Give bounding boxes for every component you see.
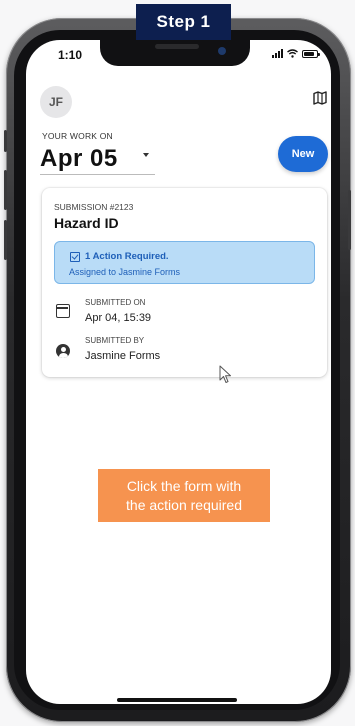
checkbox-icon	[70, 252, 80, 262]
volume-up-button	[4, 170, 7, 210]
submitted-on-label: SUBMITTED ON	[85, 298, 146, 307]
speaker-grille	[155, 44, 199, 49]
power-button	[348, 190, 351, 250]
submitted-by-label: SUBMITTED BY	[85, 336, 145, 345]
home-indicator[interactable]	[117, 698, 237, 702]
phone-notch	[100, 38, 250, 66]
mute-switch	[4, 130, 7, 152]
camera-icon	[218, 47, 226, 55]
step-banner: Step 1	[136, 4, 231, 40]
action-assignee: Assigned to Jasmine Forms	[69, 267, 181, 277]
instruction-line-1: Click the form with	[126, 477, 242, 494]
wifi-icon	[287, 49, 298, 58]
avatar[interactable]: JF	[40, 86, 72, 118]
battery-icon	[302, 49, 320, 58]
stage: Step 1 1:10 JF YOUR WORK ON Apr 05 New S…	[0, 0, 355, 726]
cursor-icon	[219, 365, 231, 383]
submitted-on-value: Apr 04, 15:39	[85, 312, 152, 324]
date-value: Apr 05	[40, 144, 118, 172]
form-title: Hazard ID	[54, 215, 119, 231]
status-time: 1:10	[58, 48, 83, 62]
map-icon[interactable]	[313, 91, 327, 105]
status-icons	[272, 49, 320, 58]
calendar-icon	[56, 304, 70, 318]
action-required-banner[interactable]: 1 Action Required. Assigned to Jasmine F…	[54, 241, 315, 284]
new-button[interactable]: New	[278, 136, 328, 172]
volume-down-button	[4, 220, 7, 260]
date-selector[interactable]: Apr 05	[40, 143, 155, 175]
person-icon	[56, 344, 70, 358]
submitted-by-value: Jasmine Forms	[85, 350, 161, 362]
submission-card[interactable]: SUBMISSION #2123 Hazard ID 1 Action Requ…	[42, 188, 327, 377]
submission-number: SUBMISSION #2123	[54, 202, 134, 212]
instruction-callout: Click the form with the action required	[98, 469, 270, 522]
instruction-line-2: the action required	[126, 496, 242, 513]
signal-icon	[272, 49, 283, 58]
date-picker-label: YOUR WORK ON	[42, 131, 113, 141]
action-title: 1 Action Required.	[85, 251, 169, 262]
caret-down-icon	[143, 153, 149, 157]
